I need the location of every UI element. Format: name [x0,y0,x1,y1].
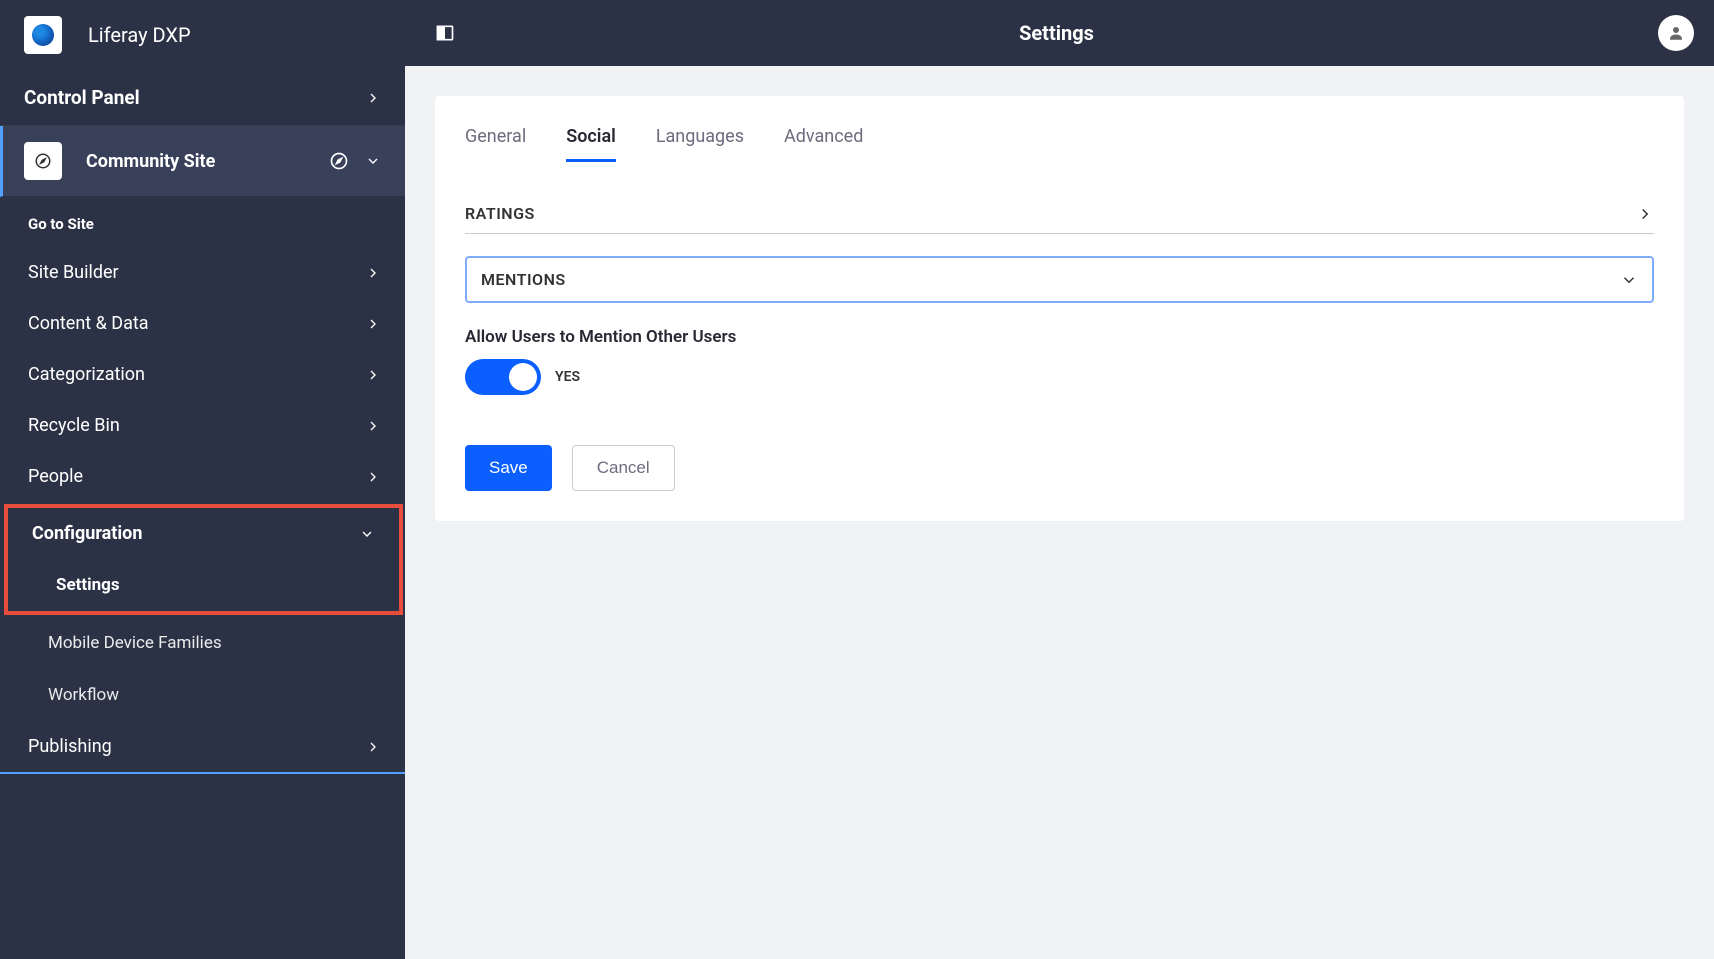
go-to-site-label: Go to Site [28,215,94,233]
tab-label: General [465,126,526,147]
chevron-right-icon [365,739,381,755]
brand-logo [24,16,62,54]
sidebar-go-to-site[interactable]: Go to Site [0,197,405,247]
button-row: Save Cancel [465,445,1654,491]
chevron-right-icon [365,469,381,485]
main: Settings General Social Languages Advanc… [405,0,1714,959]
cancel-button-label: Cancel [597,458,650,477]
toggle-value-text: YES [555,369,580,385]
section-body-mentions: Allow Users to Mention Other Users YES [465,303,1654,395]
tab-advanced[interactable]: Advanced [784,126,863,162]
sidebar-item-label: Content & Data [28,313,365,334]
sidebar-item-label: Recycle Bin [28,415,365,436]
toggle-knob [509,363,537,391]
sidebar-subitem-settings[interactable]: Settings [8,559,399,611]
sidebar-item-label: Publishing [28,736,365,757]
sidebar-subitem-label: Workflow [48,685,119,705]
sidebar-item-people[interactable]: People [0,451,405,502]
sidebar-item-site-builder[interactable]: Site Builder [0,247,405,298]
content: General Social Languages Advanced RATING… [405,66,1714,551]
site-name-label: Community Site [86,151,329,172]
sidebar-subitem-label: Mobile Device Families [48,633,222,653]
sidebar-subitem-mobile-device[interactable]: Mobile Device Families [0,617,405,669]
page-title: Settings [455,21,1658,45]
user-avatar[interactable] [1658,15,1694,51]
highlight-annotation: Configuration Settings [4,504,403,615]
sidebar-item-categorization[interactable]: Categorization [0,349,405,400]
chevron-right-icon [1636,205,1654,223]
chevron-right-icon [365,316,381,332]
tab-label: Social [566,126,616,147]
sidebar-item-label: People [28,466,365,487]
sidebar-item-recycle-bin[interactable]: Recycle Bin [0,400,405,451]
tab-social[interactable]: Social [566,126,616,162]
control-panel-label: Control Panel [24,86,365,109]
sidebar-item-label: Categorization [28,364,365,385]
tab-label: Advanced [784,126,863,147]
chevron-down-icon [1620,271,1638,289]
save-button[interactable]: Save [465,445,552,491]
sidebar: Liferay DXP Control Panel Community Site… [0,0,405,959]
tab-general[interactable]: General [465,126,526,162]
chevron-right-icon [365,418,381,434]
allow-mentions-toggle[interactable] [465,359,541,395]
chevron-right-icon [365,265,381,281]
compass-small-icon [329,151,349,171]
section-ratings: RATINGS [465,192,1654,234]
setting-label-allow-mentions: Allow Users to Mention Other Users [465,327,1654,347]
compass-icon [24,142,62,180]
section-title: MENTIONS [481,270,1620,289]
chevron-right-icon [365,367,381,383]
settings-card: General Social Languages Advanced RATING… [435,96,1684,521]
tab-languages[interactable]: Languages [656,126,744,162]
tabs: General Social Languages Advanced [465,126,1654,162]
section-header-ratings[interactable]: RATINGS [465,192,1654,234]
brand: Liferay DXP [0,0,405,70]
sidebar-item-label: Site Builder [28,262,365,283]
toggle-row: YES [465,359,1654,395]
brand-title: Liferay DXP [88,23,191,47]
section-title: RATINGS [465,204,1636,223]
user-icon [1667,24,1685,42]
section-header-mentions[interactable]: MENTIONS [465,256,1654,303]
chevron-right-icon [365,90,381,106]
sidebar-item-content-data[interactable]: Content & Data [0,298,405,349]
sidebar-item-control-panel[interactable]: Control Panel [0,70,405,126]
sidebar-item-publishing[interactable]: Publishing [0,721,405,774]
tab-label: Languages [656,126,744,147]
sidebar-subitem-label: Settings [56,575,120,595]
sidebar-item-configuration[interactable]: Configuration [8,508,399,559]
chevron-down-icon [365,153,381,169]
sidebar-subitem-workflow[interactable]: Workflow [0,669,405,721]
save-button-label: Save [489,458,528,477]
cancel-button[interactable]: Cancel [572,445,675,491]
section-mentions: MENTIONS Allow Users to Mention Other Us… [465,256,1654,395]
sidebar-site-header[interactable]: Community Site [0,126,405,197]
brand-logo-icon [32,24,54,46]
sidebar-toggle-icon[interactable] [435,23,455,43]
sidebar-item-label: Configuration [32,523,359,544]
chevron-down-icon [359,526,375,542]
topbar: Settings [405,0,1714,66]
